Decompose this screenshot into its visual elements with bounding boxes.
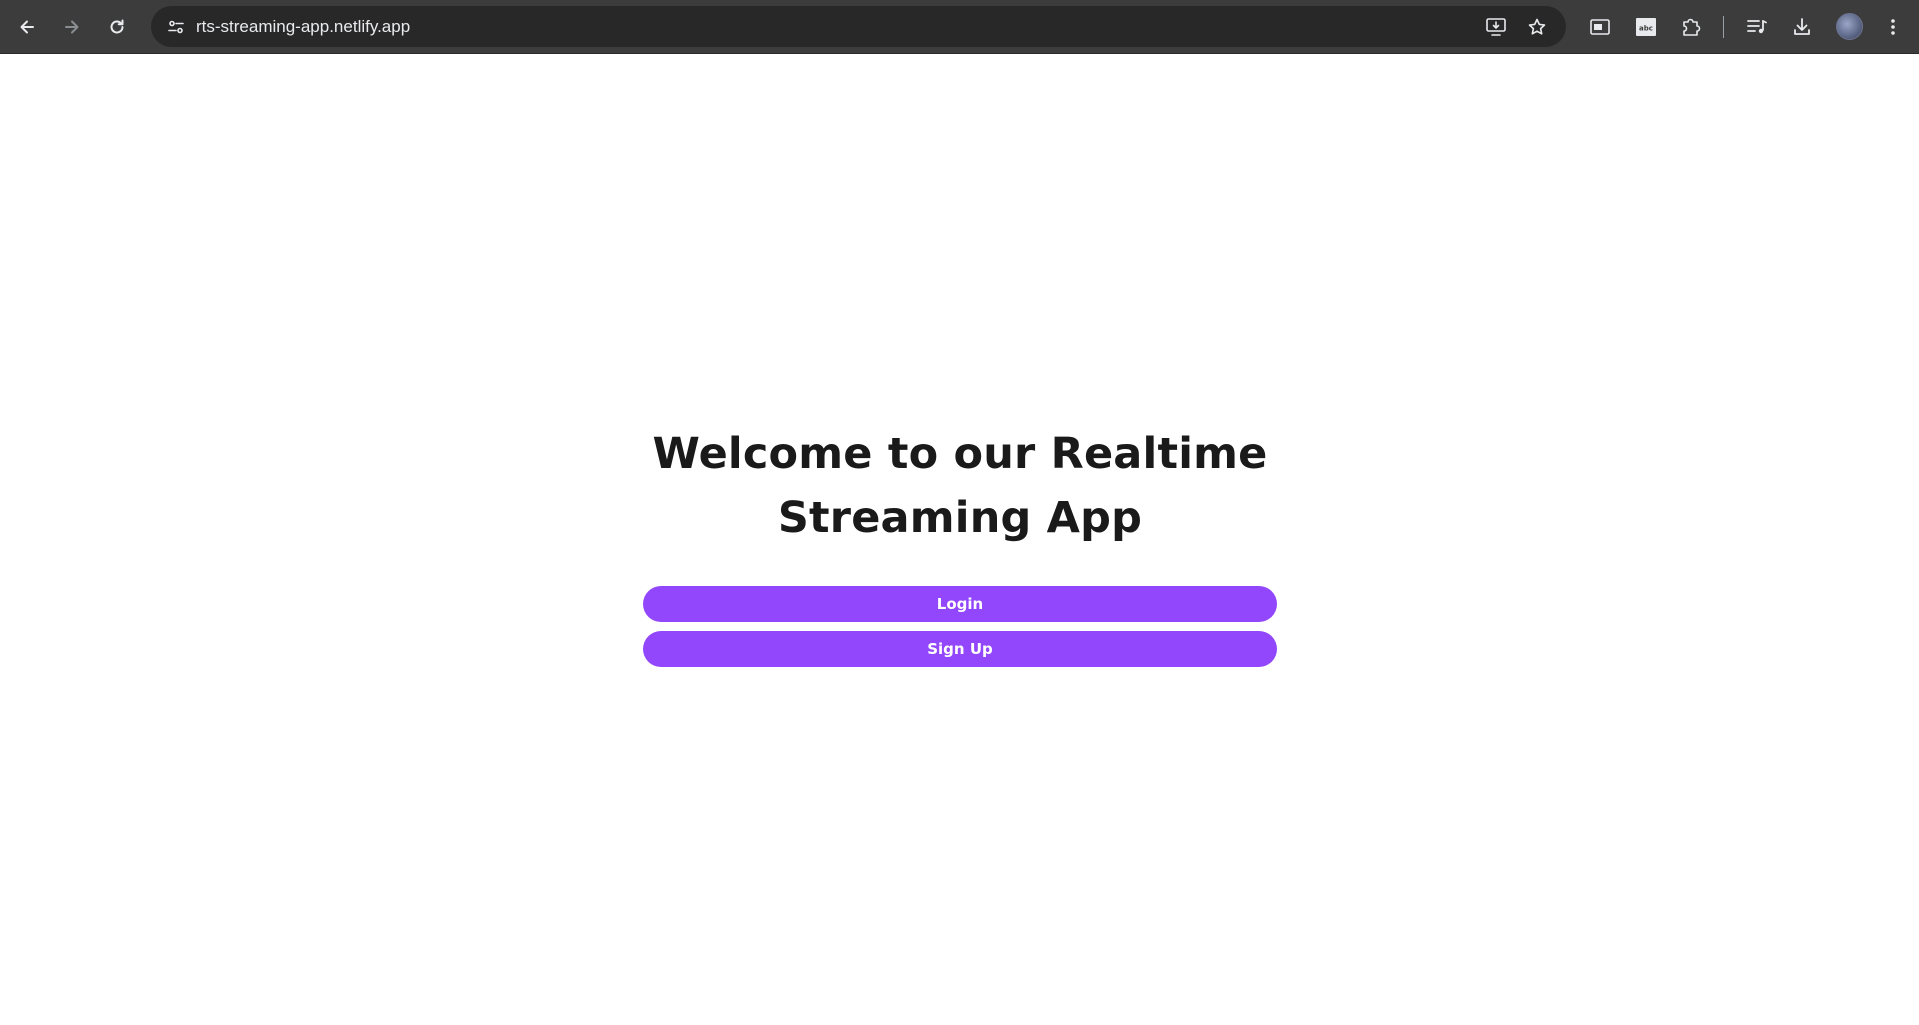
signup-button[interactable]: Sign Up bbox=[643, 631, 1277, 667]
download-icon[interactable] bbox=[1784, 9, 1820, 45]
star-icon[interactable] bbox=[1520, 10, 1553, 43]
toolbar-divider bbox=[1723, 16, 1724, 38]
page-content: Welcome to our Realtime Streaming App Lo… bbox=[0, 55, 1919, 1025]
welcome-section: Welcome to our Realtime Streaming App Lo… bbox=[643, 422, 1277, 667]
page-title: Welcome to our Realtime Streaming App bbox=[643, 422, 1277, 550]
title-line-2: Streaming App bbox=[777, 493, 1143, 543]
extension-icon[interactable]: abc bbox=[1628, 9, 1664, 45]
profile-avatar[interactable] bbox=[1836, 13, 1863, 40]
title-line-1: Welcome to our Realtime bbox=[652, 429, 1268, 479]
media-controls-icon[interactable] bbox=[1739, 9, 1775, 45]
site-info-icon[interactable] bbox=[159, 10, 192, 43]
install-app-icon[interactable] bbox=[1479, 10, 1512, 43]
picture-in-picture-icon[interactable] bbox=[1582, 9, 1618, 45]
address-bar[interactable]: rts-streaming-app.netlify.app bbox=[151, 6, 1566, 47]
url-text[interactable]: rts-streaming-app.netlify.app bbox=[196, 6, 410, 47]
login-button[interactable]: Login bbox=[643, 586, 1277, 622]
kebab-menu-icon[interactable] bbox=[1875, 9, 1911, 45]
back-arrow-icon[interactable] bbox=[9, 9, 45, 45]
forward-arrow-icon[interactable] bbox=[54, 9, 90, 45]
puzzle-icon[interactable] bbox=[1673, 9, 1709, 45]
browser-toolbar: rts-streaming-app.netlify.app abc bbox=[0, 0, 1919, 54]
reload-icon[interactable] bbox=[99, 9, 135, 45]
svg-text:abc: abc bbox=[1639, 25, 1653, 33]
